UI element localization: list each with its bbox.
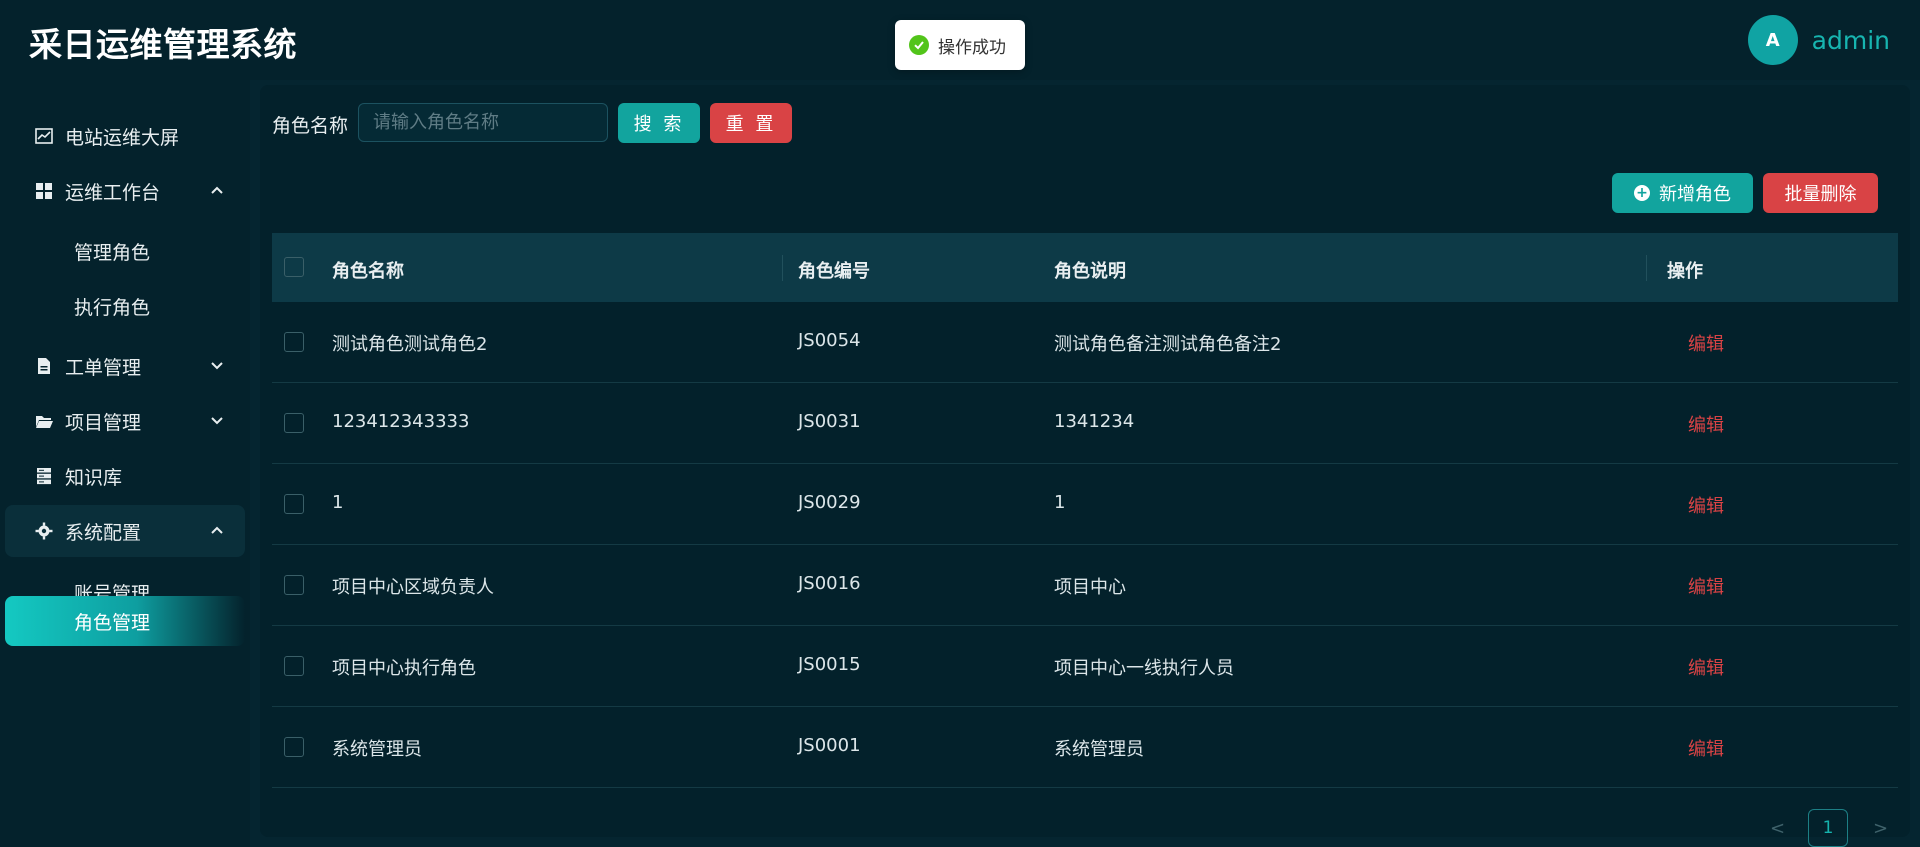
batch-delete-button[interactable]: 批量删除	[1763, 173, 1878, 213]
sidebar-item-role-management[interactable]: 角色管理	[5, 596, 245, 646]
cell-role-desc: 项目中心一线执行人员	[1054, 658, 1234, 679]
cell-role-name: 项目中心区域负责人	[332, 577, 494, 598]
cell-role-name: 系统管理员	[332, 739, 422, 760]
edit-link[interactable]: 编辑	[1688, 411, 1724, 437]
sidebar-item-label: 知识库	[65, 466, 123, 489]
cell-role-code: JS0054	[798, 330, 861, 351]
table-row: 项目中心执行角色 JS0015 项目中心一线执行人员 编辑	[272, 626, 1898, 707]
chevron-up-icon	[211, 526, 223, 534]
plus-circle-icon: +	[1634, 185, 1650, 201]
sidebar-item-label: 执行角色	[74, 296, 151, 319]
dashboard-grid-icon	[36, 183, 52, 199]
add-role-label: 新增角色	[1659, 184, 1731, 205]
cell-role-desc: 测试角色备注测试角色备注2	[1054, 334, 1282, 355]
cell-role-code: JS0029	[798, 492, 861, 513]
row-checkbox[interactable]	[284, 575, 304, 595]
server-icon	[37, 468, 51, 485]
avatar[interactable]: A	[1747, 15, 1798, 65]
edit-link[interactable]: 编辑	[1688, 735, 1724, 761]
pagination-prev[interactable]: <	[1770, 818, 1785, 839]
sidebar-item-label: 运维工作台	[65, 181, 161, 204]
row-checkbox[interactable]	[284, 494, 304, 514]
cell-role-name: 测试角色测试角色2	[332, 334, 488, 355]
folder-open-icon	[36, 416, 53, 428]
role-name-search-input[interactable]	[358, 103, 608, 142]
role-table: 角色名称 角色编号 角色说明 操作 测试角色测试角色2 JS0054 测试角色备…	[272, 233, 1898, 788]
cell-role-desc: 项目中心	[1054, 577, 1126, 598]
table-header: 角色名称 角色编号 角色说明 操作	[272, 233, 1898, 302]
file-icon	[38, 358, 50, 374]
sidebar-item-label: 电站运维大屏	[65, 126, 180, 149]
cell-role-desc: 系统管理员	[1054, 739, 1144, 760]
cell-role-name: 1	[332, 492, 344, 513]
edit-link[interactable]: 编辑	[1688, 330, 1724, 356]
sidebar-item-workbench[interactable]: 运维工作台	[5, 165, 245, 217]
success-toast: 操作成功	[895, 20, 1025, 70]
check-circle-icon	[909, 35, 929, 55]
gear-icon	[35, 522, 53, 540]
row-checkbox[interactable]	[284, 737, 304, 757]
username[interactable]: admin	[1812, 26, 1890, 55]
sidebar-item-label: 工单管理	[65, 356, 142, 379]
cell-role-code: JS0001	[798, 735, 861, 756]
cell-role-desc: 1341234	[1054, 411, 1135, 432]
table-row: 1 JS0029 1 编辑	[272, 464, 1898, 545]
cell-role-code: JS0015	[798, 654, 861, 675]
column-header-code: 角色编号	[798, 261, 870, 282]
cell-role-code: JS0016	[798, 573, 861, 594]
sidebar-item-system-config[interactable]: 系统配置	[5, 505, 245, 557]
reset-button[interactable]: 重 置	[710, 103, 792, 143]
table-row: 123412343333 JS0031 1341234 编辑	[272, 383, 1898, 464]
sidebar-item-knowledge-base[interactable]: 知识库	[5, 450, 245, 502]
search-label: 角色名称	[272, 115, 349, 137]
sidebar-item-execute-role[interactable]: 执行角色	[5, 280, 245, 332]
edit-link[interactable]: 编辑	[1688, 654, 1724, 680]
toast-message: 操作成功	[938, 37, 1006, 58]
table-row: 项目中心区域负责人 JS0016 项目中心 编辑	[272, 545, 1898, 626]
sidebar-item-projects[interactable]: 项目管理	[5, 395, 245, 447]
edit-link[interactable]: 编辑	[1688, 492, 1724, 518]
edit-link[interactable]: 编辑	[1688, 573, 1724, 599]
row-checkbox[interactable]	[284, 656, 304, 676]
column-header-name: 角色名称	[332, 261, 404, 282]
table-row: 系统管理员 JS0001 系统管理员 编辑	[272, 707, 1898, 788]
pagination-next[interactable]: >	[1873, 818, 1888, 839]
table-row: 测试角色测试角色2 JS0054 测试角色备注测试角色备注2 编辑	[272, 302, 1898, 383]
cell-role-desc: 1	[1054, 492, 1066, 513]
chart-line-icon	[35, 128, 53, 144]
column-header-actions: 操作	[1667, 261, 1703, 282]
sidebar: 电站运维大屏 运维工作台 管理角色 执行角色 工单管理 项目管理 知识库 系统配…	[0, 80, 250, 847]
cell-role-code: JS0031	[798, 411, 861, 432]
pagination-page-current[interactable]: 1	[1808, 809, 1848, 847]
column-divider	[1646, 255, 1647, 281]
sidebar-item-label: 角色管理	[74, 611, 151, 634]
sidebar-item-station-screen[interactable]: 电站运维大屏	[5, 110, 245, 162]
row-checkbox[interactable]	[284, 413, 304, 433]
column-header-desc: 角色说明	[1054, 261, 1126, 282]
sidebar-item-manage-role[interactable]: 管理角色	[5, 225, 245, 277]
column-divider	[782, 255, 783, 281]
user-menu[interactable]: A admin	[1747, 15, 1890, 65]
sidebar-item-work-orders[interactable]: 工单管理	[5, 340, 245, 392]
sidebar-item-label: 管理角色	[74, 241, 151, 264]
chevron-down-icon	[211, 362, 223, 370]
chevron-up-icon	[211, 186, 223, 194]
app-title: 采日运维管理系统	[29, 25, 297, 64]
row-checkbox[interactable]	[284, 332, 304, 352]
chevron-down-icon	[211, 417, 223, 425]
add-role-button[interactable]: + 新增角色	[1612, 173, 1753, 213]
sidebar-item-label: 系统配置	[65, 521, 142, 544]
select-all-checkbox[interactable]	[284, 257, 304, 277]
cell-role-name: 123412343333	[332, 411, 470, 432]
cell-role-name: 项目中心执行角色	[332, 658, 476, 679]
search-button[interactable]: 搜 索	[618, 103, 700, 143]
sidebar-item-label: 项目管理	[65, 411, 142, 434]
